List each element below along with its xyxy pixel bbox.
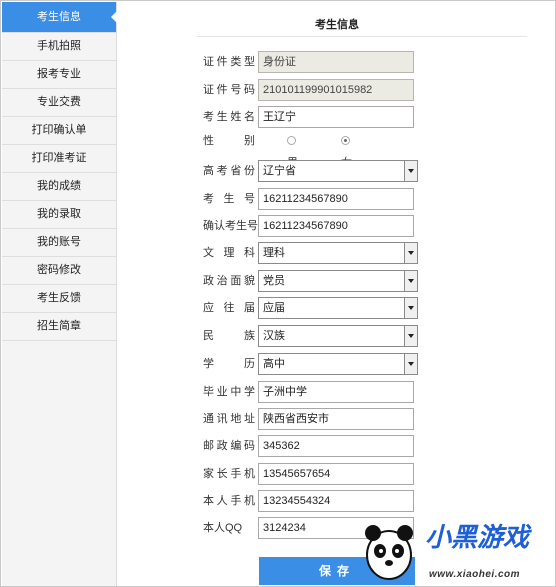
id-type-field: 身份证 [258, 51, 414, 73]
province-label: 高考省份 [203, 165, 255, 177]
panda-icon [365, 525, 413, 580]
sidebar-item-label: 专业交费 [37, 96, 81, 108]
sidebar-item-my-admission[interactable]: 我的录取 [2, 201, 116, 229]
school-input[interactable]: 子洲中学 [258, 381, 414, 403]
graduate-type-select[interactable]: 应届 [258, 297, 418, 319]
app-frame: 考生信息 手机拍照 报考专业 专业交费 打印确认单 打印准考证 我的成绩 我的录… [0, 0, 556, 587]
ethnicity-select[interactable]: 汉族 [258, 325, 418, 347]
sidebar-item-label: 密码修改 [37, 264, 81, 276]
exam-no-input[interactable]: 16211234567890 [258, 188, 414, 210]
education-label: 学 历 [203, 358, 255, 370]
dropdown-arrow-icon[interactable] [404, 271, 417, 291]
sidebar-item-my-account[interactable]: 我的账号 [2, 229, 116, 257]
sidebar-item-label: 手机拍照 [37, 40, 81, 52]
radio-icon[interactable] [287, 135, 296, 145]
sidebar: 考生信息 手机拍照 报考专业 专业交费 打印确认单 打印准考证 我的成绩 我的录… [2, 2, 117, 586]
exam-no-confirm-label: 确认考生号 [203, 220, 258, 232]
qq-label: 本人QQ [203, 522, 243, 534]
id-type-label: 证件类型 [203, 56, 255, 68]
gender-female-option[interactable]: 女 [341, 130, 358, 169]
sidebar-item-my-scores[interactable]: 我的成绩 [2, 173, 116, 201]
sidebar-item-brochure[interactable]: 招生简章 [2, 313, 116, 341]
political-label: 政治面貌 [203, 275, 255, 287]
sidebar-item-student-info[interactable]: 考生信息 [2, 2, 117, 33]
name-input[interactable]: 王辽宁 [258, 106, 414, 128]
watermark-url: www.xiaohei.com [429, 569, 521, 580]
graduate-type-value: 应届 [263, 302, 285, 314]
sidebar-item-major-fee[interactable]: 专业交费 [2, 89, 116, 117]
dropdown-arrow-icon[interactable] [404, 298, 417, 318]
track-value: 理科 [263, 247, 285, 259]
address-input[interactable]: 陕西省西安市 [258, 408, 414, 430]
exam-no-label: 考 生 号 [203, 193, 255, 205]
dropdown-arrow-icon[interactable] [404, 161, 417, 181]
dropdown-arrow-icon[interactable] [404, 354, 417, 374]
sidebar-item-label: 报考专业 [37, 68, 81, 80]
sidebar-item-label: 打印准考证 [31, 152, 87, 164]
watermark-logo: 小黑游戏 www.xiaohei.com [359, 513, 555, 586]
watermark-title: 小黑游戏 [425, 522, 530, 552]
id-number-label: 证件号码 [203, 84, 255, 96]
sidebar-item-label: 我的录取 [37, 208, 81, 220]
sidebar-item-label: 考生信息 [37, 11, 81, 23]
sidebar-item-print-confirm[interactable]: 打印确认单 [2, 117, 116, 145]
sidebar-item-phone-photo[interactable]: 手机拍照 [2, 33, 116, 61]
parent-phone-label: 家长手机 [203, 468, 255, 480]
sidebar-item-feedback[interactable]: 考生反馈 [2, 285, 116, 313]
name-label: 考生姓名 [203, 111, 255, 123]
postcode-input[interactable]: 345362 [258, 435, 414, 457]
province-value: 辽宁省 [263, 165, 296, 177]
education-select[interactable]: 高中 [258, 353, 418, 375]
dropdown-arrow-icon[interactable] [404, 243, 417, 263]
sidebar-item-label: 我的账号 [37, 236, 81, 248]
school-label: 毕业中学 [203, 386, 255, 398]
address-label: 通讯地址 [203, 413, 255, 425]
sidebar-item-label: 招生简章 [37, 320, 81, 332]
phone-input[interactable]: 13234554324 [258, 490, 414, 512]
ethnicity-value: 汉族 [263, 330, 285, 342]
sidebar-item-label: 考生反馈 [37, 292, 81, 304]
title-divider [197, 36, 527, 37]
sidebar-item-print-admission[interactable]: 打印准考证 [2, 145, 116, 173]
sidebar-item-label: 我的成绩 [37, 180, 81, 192]
postcode-label: 邮政编码 [203, 440, 255, 452]
ethnicity-label: 民 族 [203, 330, 255, 342]
parent-phone-input[interactable]: 13545657654 [258, 463, 414, 485]
sidebar-item-apply-major[interactable]: 报考专业 [2, 61, 116, 89]
sidebar-item-label: 打印确认单 [31, 124, 87, 136]
radio-checked-icon[interactable] [341, 135, 350, 145]
sidebar-item-password[interactable]: 密码修改 [2, 257, 116, 285]
province-select[interactable]: 辽宁省 [258, 160, 418, 182]
track-select[interactable]: 理科 [258, 242, 418, 264]
gender-label: 性 别 [203, 135, 255, 147]
political-value: 党员 [263, 275, 285, 287]
dropdown-arrow-icon[interactable] [404, 326, 417, 346]
id-number-field: 210101199901015982 [258, 79, 414, 101]
political-select[interactable]: 党员 [258, 270, 418, 292]
track-label: 文 理 科 [203, 247, 255, 259]
phone-label: 本人手机 [203, 495, 255, 507]
education-value: 高中 [263, 358, 285, 370]
exam-no-confirm-input[interactable]: 16211234567890 [258, 215, 414, 237]
main-panel: 考生信息 证件类型 身份证 证件号码 210101199901015982 考生… [117, 2, 555, 586]
graduate-type-label: 应 往 届 [203, 302, 255, 314]
page-title: 考生信息 [315, 19, 359, 31]
gender-male-option[interactable]: 男 [287, 130, 304, 169]
